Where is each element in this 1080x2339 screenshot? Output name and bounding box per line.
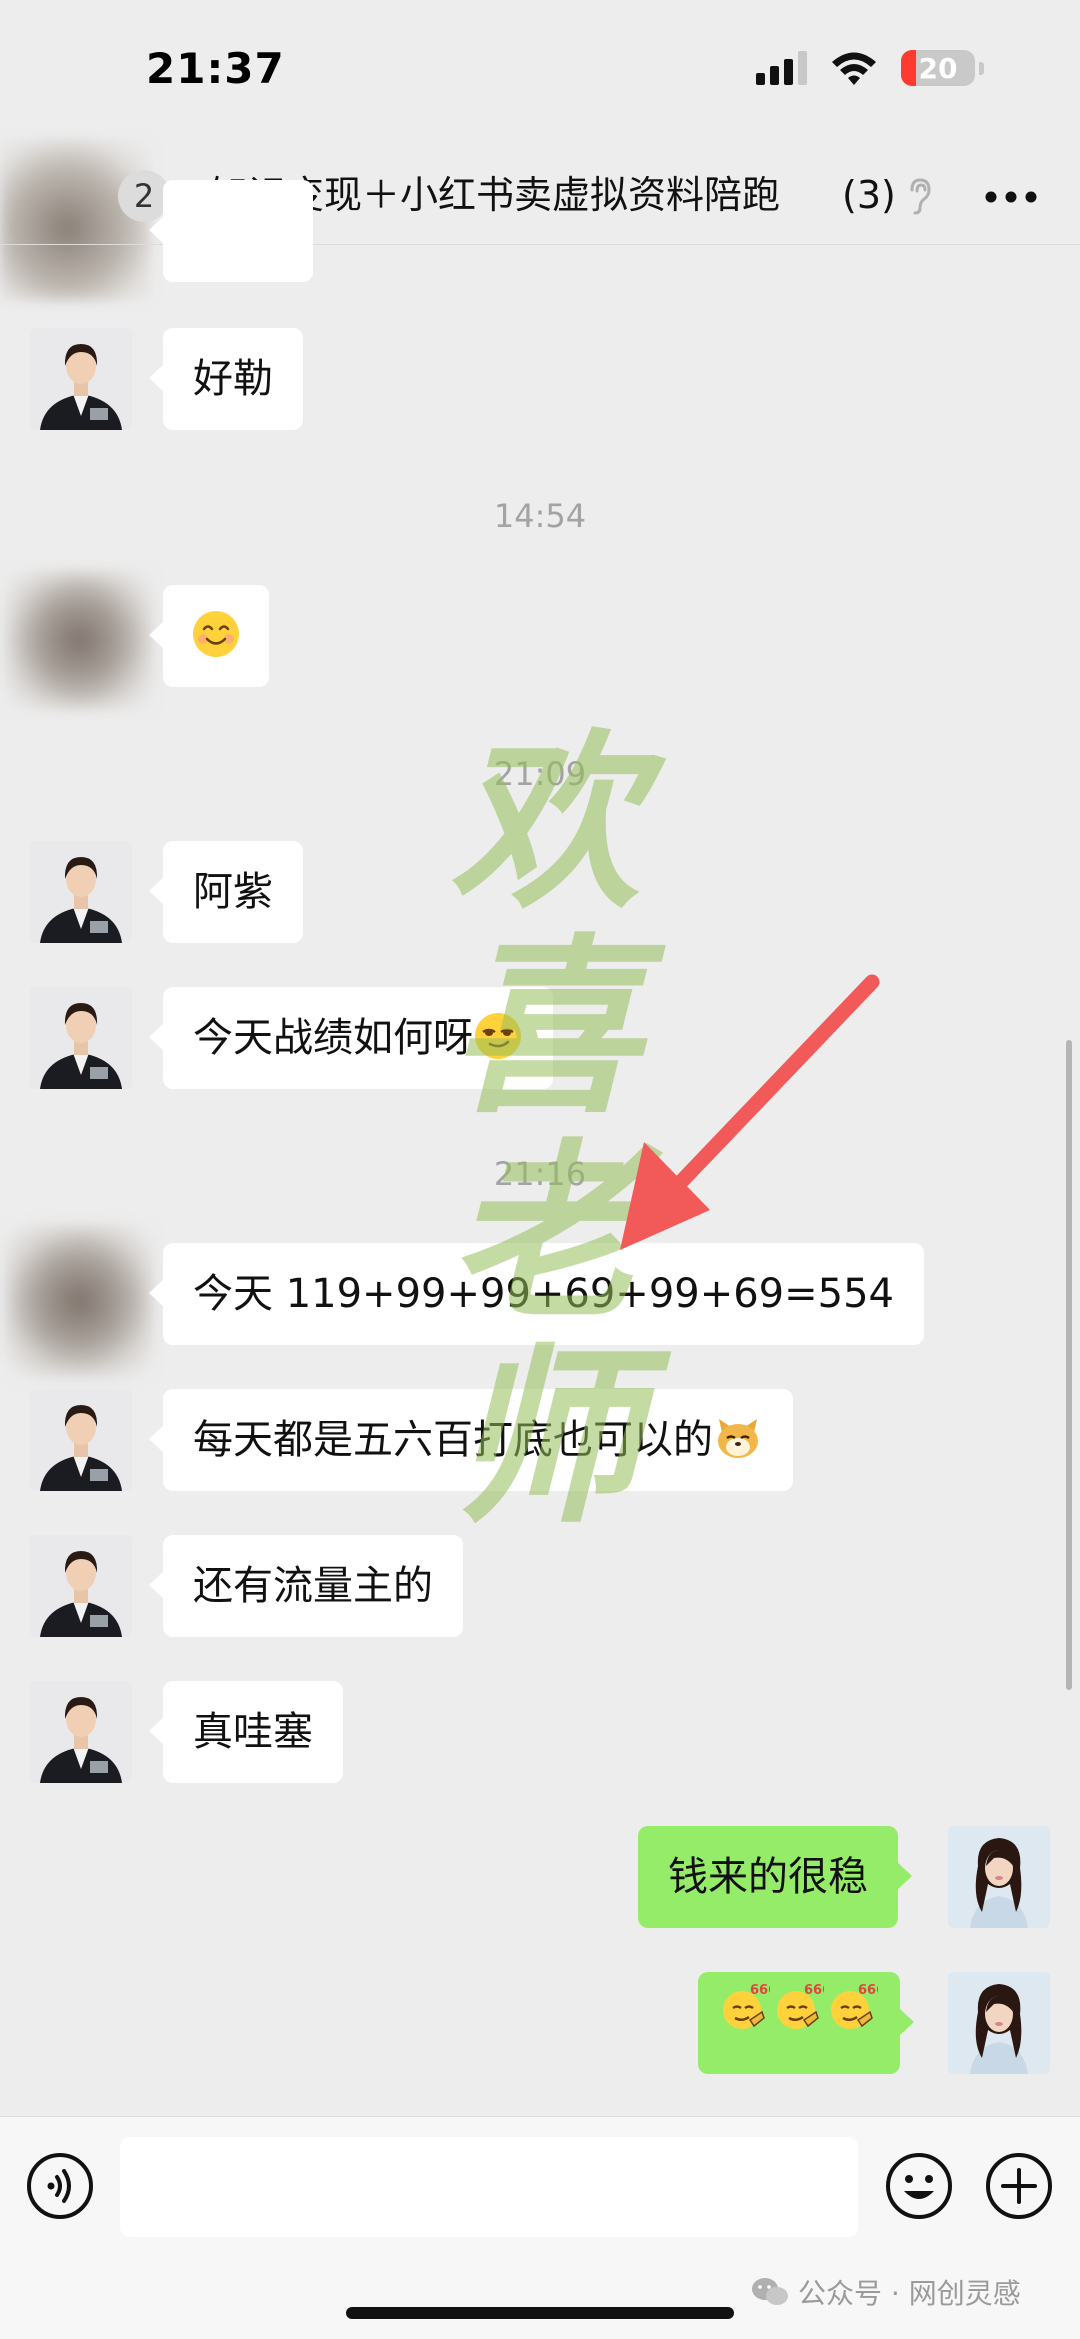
home-indicator[interactable] xyxy=(346,2307,734,2319)
avatar[interactable] xyxy=(30,1681,132,1783)
message-bubble[interactable]: 阿紫 xyxy=(149,841,303,943)
add-more-icon[interactable] xyxy=(984,2151,1054,2221)
smirking-face-icon xyxy=(475,1013,521,1059)
battery-cap xyxy=(979,61,984,75)
message-bubble[interactable]: 今天 119+99+99+69+99+69=554 xyxy=(149,1243,924,1345)
watermark-char: 欢 xyxy=(449,711,640,934)
status-indicators: 20 xyxy=(756,46,984,90)
self-message-bubble-emoji[interactable]: 666 666 666 xyxy=(698,1972,914,2074)
wifi-icon xyxy=(832,52,876,85)
battery-icon: 20 xyxy=(901,50,975,86)
message-bubble[interactable]: 每天都是五六百打底也可以的 xyxy=(149,1389,793,1491)
self-avatar[interactable] xyxy=(948,1972,1050,2074)
emoji-label: 666 xyxy=(804,1983,824,1998)
emoji-row: 666 666 666 xyxy=(720,1983,878,2036)
mute-ear-icon xyxy=(910,178,931,215)
footer-credit: 公众号 · 网创灵感 xyxy=(750,2272,1021,2312)
emoji-picker-icon[interactable] xyxy=(884,2151,954,2221)
666-emoji-icon: 666 xyxy=(723,1983,770,2029)
message-bubble[interactable]: 好勒 xyxy=(149,328,303,430)
blurred-avatar[interactable] xyxy=(6,1226,152,1376)
self-avatar[interactable] xyxy=(948,1826,1050,1928)
more-icon[interactable] xyxy=(984,190,1038,204)
avatar[interactable] xyxy=(30,987,132,1089)
emoji-label: 666 xyxy=(750,1983,770,1998)
cellular-signal-icon xyxy=(756,51,807,85)
smiling-face-icon xyxy=(193,611,239,657)
timestamp: 21:16 xyxy=(493,1155,587,1193)
member-count: (3) xyxy=(840,164,896,226)
battery-level: 20 xyxy=(918,51,958,85)
status-time: 21:37 xyxy=(146,44,285,93)
scrollbar[interactable] xyxy=(1066,1040,1072,1690)
avatar[interactable] xyxy=(30,1535,132,1637)
666-emoji-icon: 666 xyxy=(831,1983,878,2029)
emoji-label: 666 xyxy=(858,1983,878,1998)
avatar[interactable] xyxy=(30,1389,132,1491)
message-text: 每天都是五六百打底也可以的 xyxy=(193,1417,713,1463)
timestamp: 21:09 xyxy=(493,755,587,793)
footer-credit-text: 公众号 · 网创灵感 xyxy=(798,2277,1021,2310)
red-arrow-annotation xyxy=(620,974,880,1250)
wechat-logo-icon xyxy=(752,2278,788,2305)
chat-screen: 21:37 20 2 知识变现＋小红书卖虚拟资料陪跑 (3) 好勒 14:54 … xyxy=(0,0,1080,2339)
timestamp: 14:54 xyxy=(493,497,587,535)
self-message-bubble[interactable]: 钱来的很稳 xyxy=(638,1826,912,1928)
avatar[interactable] xyxy=(30,841,132,943)
clipped-bubble xyxy=(149,180,313,282)
dog-face-icon xyxy=(718,1419,758,1458)
message-bubble[interactable]: 今天战绩如何呀 xyxy=(149,987,553,1089)
message-bubble[interactable]: 还有流量主的 xyxy=(149,1535,463,1637)
message-input[interactable] xyxy=(120,2137,858,2237)
message-bubble-emoji[interactable] xyxy=(149,585,269,687)
avatar[interactable] xyxy=(30,328,132,430)
message-text: 今天战绩如何呀 xyxy=(193,1015,473,1061)
message-bubble[interactable]: 真哇塞 xyxy=(149,1681,343,1783)
voice-input-icon[interactable] xyxy=(25,2151,95,2221)
blurred-avatar[interactable] xyxy=(6,572,152,708)
666-emoji-icon: 666 xyxy=(777,1983,824,2029)
